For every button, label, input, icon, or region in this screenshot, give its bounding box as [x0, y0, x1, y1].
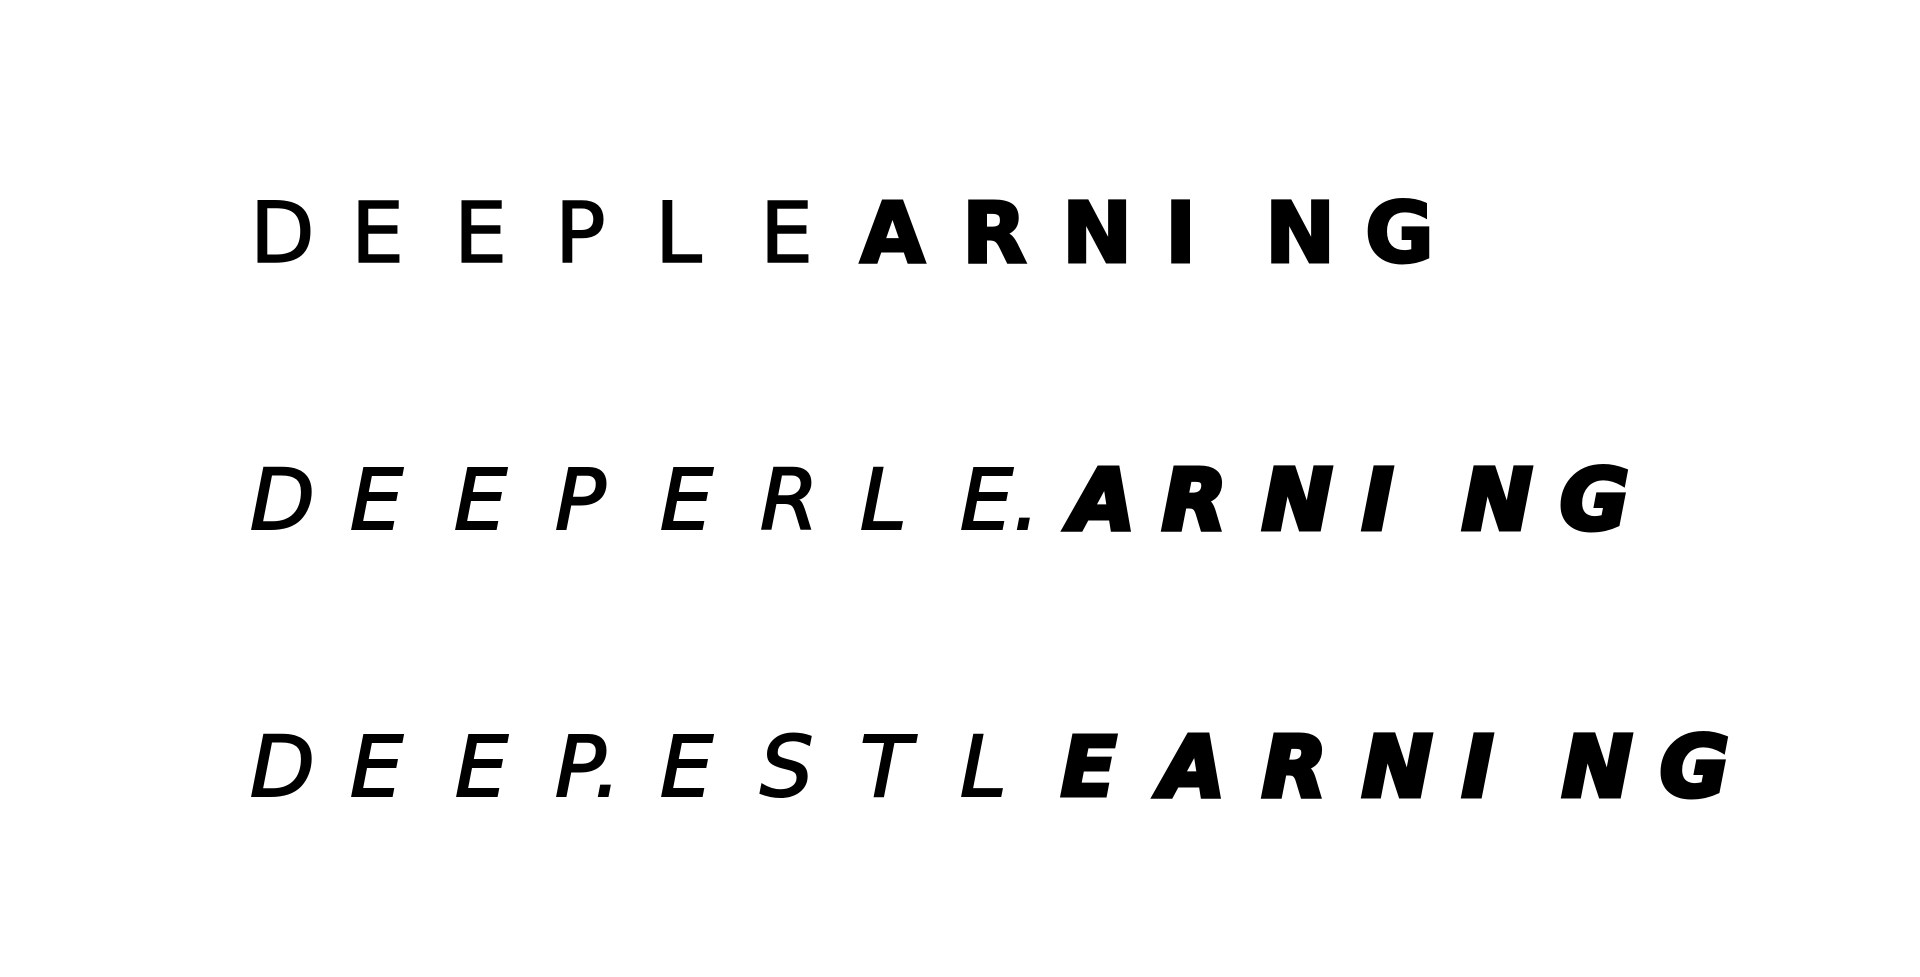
letter: A [858, 184, 926, 282]
letter: R [759, 451, 819, 549]
letter: E [453, 451, 508, 549]
letter: R [961, 184, 1029, 282]
letter: P [554, 184, 606, 282]
letter: E [350, 184, 405, 282]
letter: G [1558, 451, 1632, 549]
letter: E [659, 451, 714, 549]
letter: E [349, 718, 404, 816]
letter: G [1658, 718, 1732, 816]
letter: L [654, 184, 702, 282]
letter: L [959, 718, 1008, 816]
letter: D [249, 184, 315, 282]
letter: N [1359, 718, 1434, 816]
letter: R [1260, 718, 1330, 816]
letter: N [1263, 184, 1336, 282]
letter: E [349, 451, 404, 549]
letter: A [1067, 451, 1137, 549]
letter: P [554, 451, 607, 549]
letter: E [659, 718, 714, 816]
letter: D [249, 718, 316, 816]
letter: E. [959, 451, 1041, 549]
letter: I [1459, 718, 1495, 816]
letter: L [859, 451, 908, 549]
letter: T [859, 718, 912, 816]
letter: E [1058, 718, 1118, 816]
letter: R [1160, 451, 1230, 549]
letter: I [1163, 184, 1197, 282]
handwriting-canvas: D E E P L E A R N I N G D E E P E R L E.… [0, 0, 1920, 977]
letter: S [759, 718, 814, 816]
letter: N [1259, 451, 1334, 549]
letter: I [1359, 451, 1395, 549]
letter: D [249, 451, 316, 549]
letter: N [1459, 451, 1534, 549]
letter: P. [554, 718, 622, 816]
letter: G [1364, 184, 1436, 282]
letter: N [1060, 184, 1133, 282]
letter: E [453, 184, 508, 282]
letter: A [1157, 718, 1227, 816]
letter: N [1559, 718, 1634, 816]
letter: E [454, 718, 509, 816]
letter: E [759, 184, 814, 282]
